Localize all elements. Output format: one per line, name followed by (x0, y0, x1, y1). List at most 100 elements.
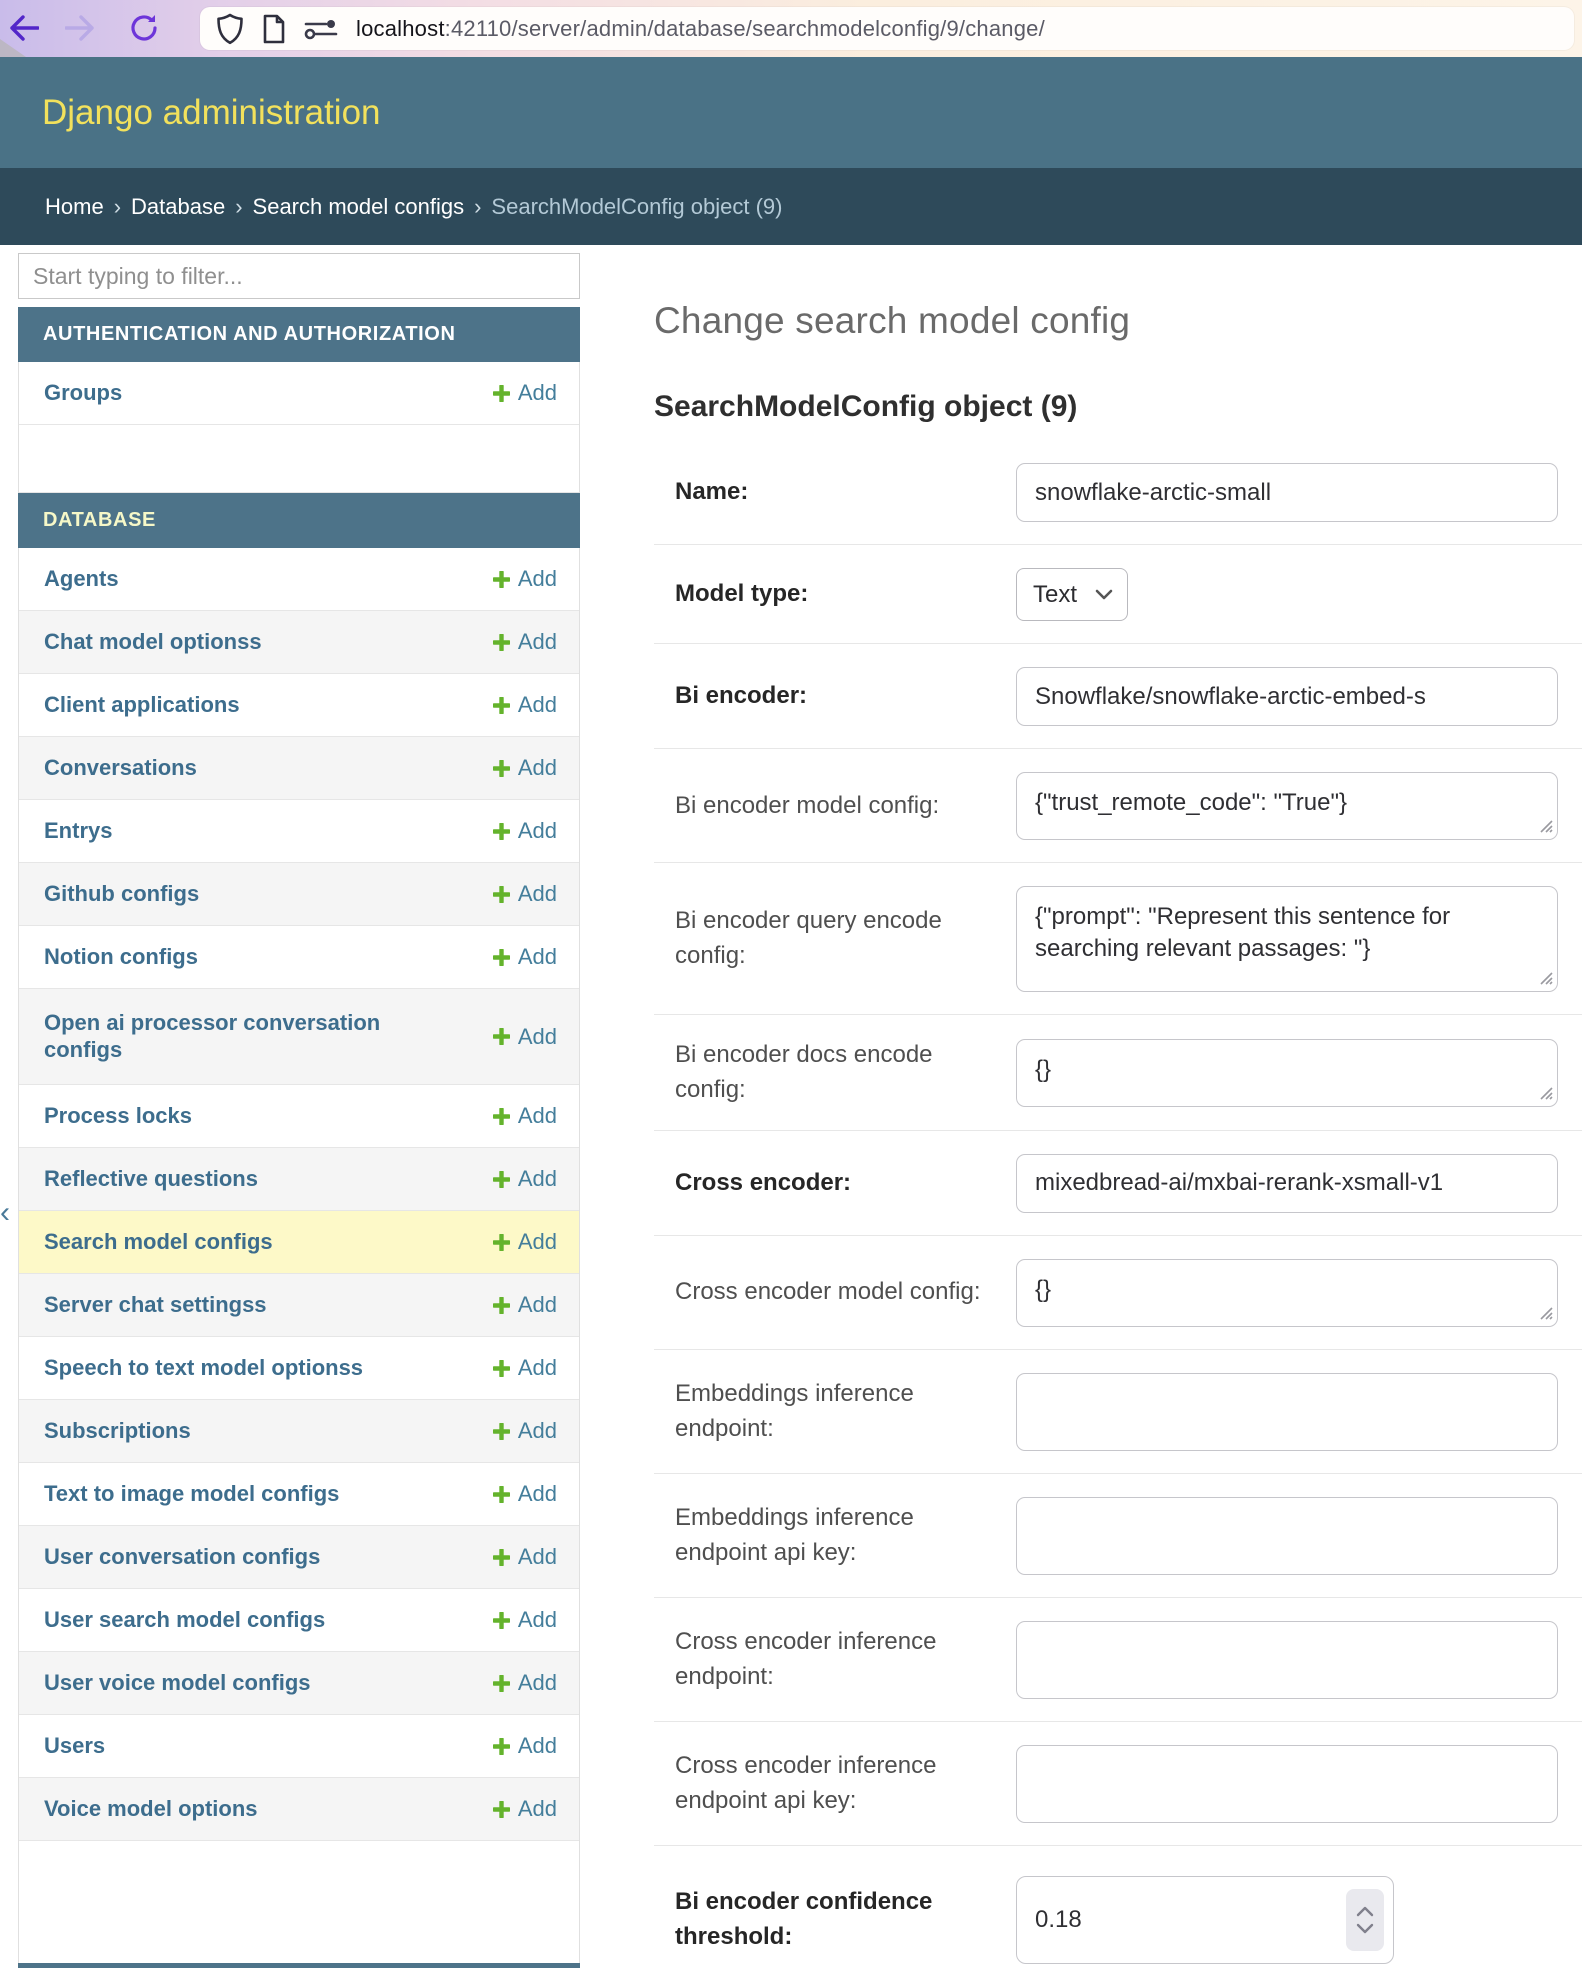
model-link[interactable]: Voice model options (44, 1796, 258, 1822)
field-control (1016, 886, 1558, 992)
breadcrumb-separator: › (235, 194, 242, 220)
sidebar-toggle-icon[interactable]: ‹ (0, 1196, 14, 1230)
add-link[interactable]: Add (493, 944, 557, 970)
breadcrumb-link[interactable]: Database (131, 194, 225, 220)
form-row: Cross encoder inference endpoint api key… (654, 1722, 1582, 1846)
breadcrumb-link[interactable]: Search model configs (253, 194, 465, 220)
model-link[interactable]: Text to image model configs (44, 1481, 339, 1507)
field-label: Bi encoder docs encode config: (654, 1038, 1016, 1108)
url-text[interactable]: localhost:42110/server/admin/database/se… (356, 16, 1045, 42)
reload-icon[interactable] (122, 6, 166, 50)
page-title: Change search model config (654, 300, 1582, 342)
field-label: Cross encoder model config: (654, 1275, 1016, 1310)
object-title: SearchModelConfig object (9) (654, 390, 1582, 424)
shield-icon[interactable] (216, 13, 244, 45)
add-link[interactable]: Add (493, 566, 557, 592)
chevron-down-icon (1095, 589, 1113, 600)
field-control (1016, 1259, 1558, 1327)
add-link[interactable]: Add (493, 1292, 557, 1318)
add-link[interactable]: Add (493, 1796, 557, 1822)
add-link[interactable]: Add (493, 1418, 557, 1444)
add-link[interactable]: Add (493, 692, 557, 718)
json-textarea[interactable] (1016, 1259, 1558, 1327)
number-stepper[interactable] (1346, 1889, 1384, 1951)
model-link[interactable]: User conversation configs (44, 1544, 320, 1570)
url-bar[interactable]: localhost:42110/server/admin/database/se… (200, 7, 1574, 50)
json-textarea[interactable] (1016, 772, 1558, 840)
back-icon[interactable] (2, 6, 46, 50)
model-link[interactable]: User voice model configs (44, 1670, 311, 1696)
model-link[interactable]: Process locks (44, 1103, 192, 1129)
text-input[interactable] (1016, 667, 1558, 726)
add-label: Add (518, 1796, 557, 1822)
add-link[interactable]: Add (493, 755, 557, 781)
field-control (1016, 1373, 1558, 1451)
add-link[interactable]: Add (493, 1733, 557, 1759)
chevron-down-icon (1356, 1923, 1374, 1934)
textarea-wrap (1016, 1259, 1558, 1327)
text-input[interactable] (1016, 1497, 1558, 1575)
field-label: Cross encoder inference endpoint api key… (654, 1749, 1016, 1819)
add-link[interactable]: Add (493, 1166, 557, 1192)
sidebar-item-conversations: Conversations Add (19, 737, 579, 800)
model-link[interactable]: Users (44, 1733, 105, 1759)
add-link[interactable]: Add (493, 629, 557, 655)
textarea-wrap (1016, 1039, 1558, 1107)
add-link[interactable]: Add (493, 380, 557, 406)
text-input[interactable] (1016, 463, 1558, 522)
field-control (1016, 1154, 1558, 1213)
model-link[interactable]: Open ai processor conversation configs (44, 1010, 424, 1063)
text-input[interactable] (1016, 1621, 1558, 1699)
add-link[interactable]: Add (493, 1103, 557, 1129)
sidebar-filter-input[interactable] (18, 253, 580, 299)
forward-icon[interactable] (58, 6, 102, 50)
model-link[interactable]: Chat model optionss (44, 629, 262, 655)
text-input[interactable] (1016, 1745, 1558, 1823)
add-link[interactable]: Add (493, 1544, 557, 1570)
add-label: Add (518, 1418, 557, 1444)
number-input[interactable] (1016, 1876, 1394, 1964)
breadcrumb-link[interactable]: Home (45, 194, 104, 220)
model-link[interactable]: Entrys (44, 818, 112, 844)
add-link[interactable]: Add (493, 1670, 557, 1696)
model-link[interactable]: Server chat settingss (44, 1292, 267, 1318)
add-label: Add (518, 755, 557, 781)
add-link[interactable]: Add (493, 881, 557, 907)
add-link[interactable]: Add (493, 1024, 557, 1050)
model-link[interactable]: Client applications (44, 692, 240, 718)
model-link[interactable]: Search model configs (44, 1229, 273, 1255)
site-title-link[interactable]: Django administration (42, 93, 381, 133)
add-link[interactable]: Add (493, 1355, 557, 1381)
permissions-icon[interactable] (304, 17, 338, 41)
add-label: Add (518, 818, 557, 844)
text-input[interactable] (1016, 1373, 1558, 1451)
sidebar-section-header: AUTHENTICATION AND AUTHORIZATION (18, 307, 580, 362)
json-textarea[interactable] (1016, 886, 1558, 992)
add-link[interactable]: Add (493, 1229, 557, 1255)
model-link[interactable]: User search model configs (44, 1607, 325, 1633)
model-link[interactable]: Agents (44, 566, 119, 592)
sidebar-item-github-configs: Github configs Add (19, 863, 579, 926)
sidebar-item-notion-configs: Notion configs Add (19, 926, 579, 989)
model-type-select[interactable]: Text (1016, 568, 1128, 621)
add-link[interactable]: Add (493, 1607, 557, 1633)
field-label: Embeddings inference endpoint: (654, 1377, 1016, 1447)
sidebar-item-reflective-questions: Reflective questions Add (19, 1148, 579, 1211)
model-link[interactable]: Groups (44, 380, 122, 406)
page-icon[interactable] (262, 14, 286, 44)
model-link[interactable]: Conversations (44, 755, 197, 781)
sidebar-item-user-search-model-configs: User search model configs Add (19, 1589, 579, 1652)
model-link[interactable]: Reflective questions (44, 1166, 258, 1192)
select-value: Text (1033, 581, 1077, 609)
model-link[interactable]: Speech to text model optionss (44, 1355, 363, 1381)
model-link[interactable]: Notion configs (44, 944, 198, 970)
model-link[interactable]: Github configs (44, 881, 199, 907)
json-textarea[interactable] (1016, 1039, 1558, 1107)
sidebar-item-server-chat-settingss: Server chat settingss Add (19, 1274, 579, 1337)
add-link[interactable]: Add (493, 818, 557, 844)
add-link[interactable]: Add (493, 1481, 557, 1507)
field-label: Name: (654, 475, 1016, 510)
model-link[interactable]: Subscriptions (44, 1418, 191, 1444)
text-input[interactable] (1016, 1154, 1558, 1213)
form-row: Cross encoder: (654, 1131, 1582, 1236)
